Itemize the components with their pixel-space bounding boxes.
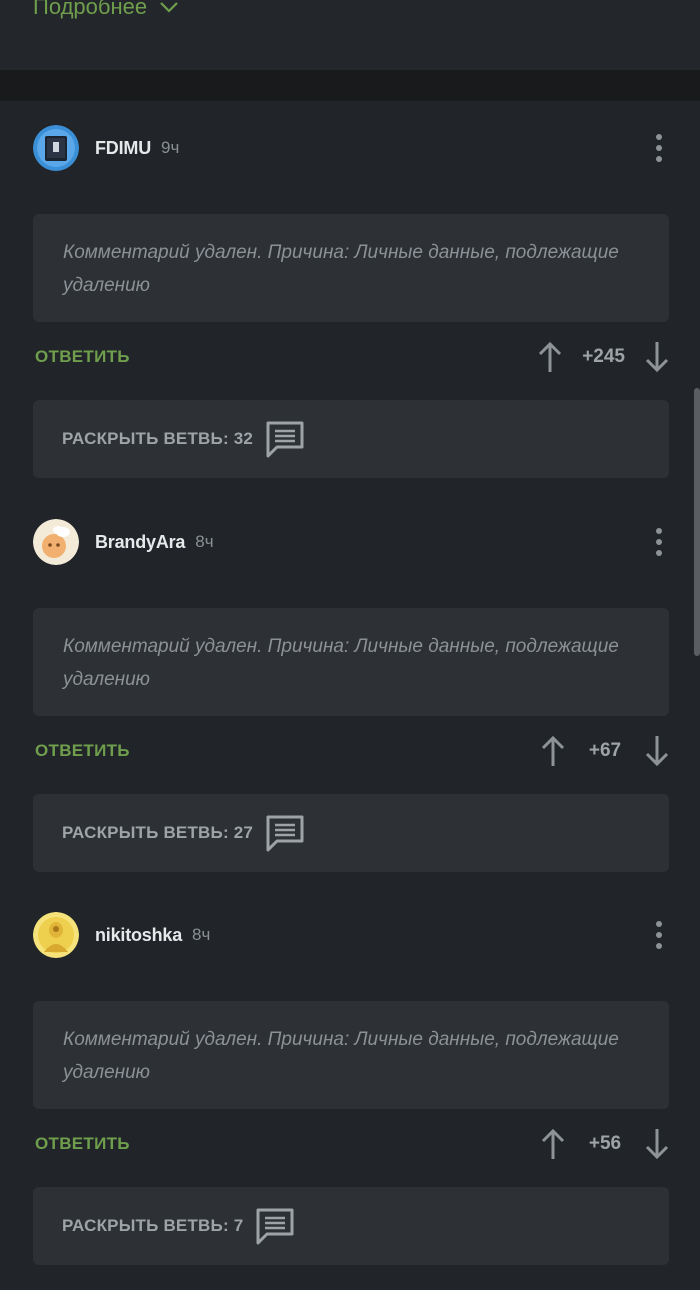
rating: +67 — [539, 734, 671, 768]
comment-text: Комментарий удален. Причина: Личные данн… — [33, 1001, 669, 1109]
username[interactable]: BrandyAra — [95, 532, 185, 553]
comment: BrandyAra 8ч Комментарий удален. Причина… — [0, 495, 700, 889]
more-link[interactable]: Подробнее — [33, 0, 179, 20]
expand-thread-label: РАСКРЫТЬ ВЕТВЬ: 32 — [62, 429, 254, 448]
comment-time: 9ч — [161, 138, 180, 157]
post-footer: Подробнее — [0, 0, 700, 70]
reply-button[interactable]: ОТВЕТИТЬ — [35, 347, 130, 367]
comment-actions: ОТВЕТИТЬ +56 — [35, 1126, 671, 1162]
arrow-down-icon[interactable] — [643, 1127, 671, 1161]
expand-thread-button[interactable]: РАСКРЫТЬ ВЕТВЬ: 32 — [33, 400, 669, 478]
comment-header: nikitoshka 8ч — [33, 912, 210, 958]
chevron-down-icon — [160, 2, 178, 13]
expand-thread-label: РАСКРЫТЬ ВЕТВЬ: 27 — [62, 823, 254, 842]
arrow-up-icon[interactable] — [539, 734, 567, 768]
more-options-icon[interactable] — [648, 131, 670, 165]
scrollbar[interactable] — [694, 388, 700, 656]
reply-button[interactable]: ОТВЕТИТЬ — [35, 741, 130, 761]
avatar[interactable] — [33, 519, 79, 565]
comment-time: 8ч — [192, 925, 211, 944]
comment-header: FDIMU 9ч — [33, 125, 179, 171]
expand-thread-button[interactable]: РАСКРЫТЬ ВЕТВЬ: 7 — [33, 1187, 669, 1265]
section-separator — [0, 70, 700, 101]
arrow-up-icon[interactable] — [539, 1127, 567, 1161]
comment-text: Комментарий удален. Причина: Личные данн… — [33, 608, 669, 716]
arrow-down-icon[interactable] — [643, 340, 671, 374]
avatar[interactable] — [33, 912, 79, 958]
username[interactable]: nikitoshka — [95, 925, 182, 946]
comment-header: BrandyAra 8ч — [33, 519, 214, 565]
avatar[interactable] — [33, 125, 79, 171]
comment-icon — [266, 421, 304, 458]
comment: FDIMU 9ч Комментарий удален. Причина: Ли… — [0, 101, 700, 495]
comment-text: Комментарий удален. Причина: Личные данн… — [33, 214, 669, 322]
avatar-image — [33, 912, 79, 958]
rating-score: +67 — [588, 740, 622, 761]
more-options-icon[interactable] — [648, 525, 670, 559]
rating: +245 — [536, 340, 671, 374]
rating-score: +245 — [582, 346, 625, 367]
arrow-down-icon[interactable] — [643, 734, 671, 768]
expand-thread-label: РАСКРЫТЬ ВЕТВЬ: 7 — [62, 1216, 244, 1235]
avatar-image — [33, 519, 79, 565]
rating: +56 — [539, 1127, 671, 1161]
avatar-image — [33, 125, 79, 171]
comment: nikitoshka 8ч Комментарий удален. Причин… — [0, 888, 700, 1282]
comment-time: 8ч — [195, 532, 214, 551]
username[interactable]: FDIMU — [95, 138, 151, 159]
comment-icon — [266, 815, 304, 852]
reply-button[interactable]: ОТВЕТИТЬ — [35, 1134, 130, 1154]
more-link-label: Подробнее — [33, 0, 148, 19]
more-options-icon[interactable] — [648, 918, 670, 952]
rating-score: +56 — [588, 1133, 622, 1154]
arrow-up-icon[interactable] — [536, 340, 564, 374]
comment-icon — [256, 1208, 294, 1245]
expand-thread-button[interactable]: РАСКРЫТЬ ВЕТВЬ: 27 — [33, 794, 669, 872]
comment-actions: ОТВЕТИТЬ +245 — [35, 339, 671, 375]
comment-actions: ОТВЕТИТЬ +67 — [35, 733, 671, 769]
